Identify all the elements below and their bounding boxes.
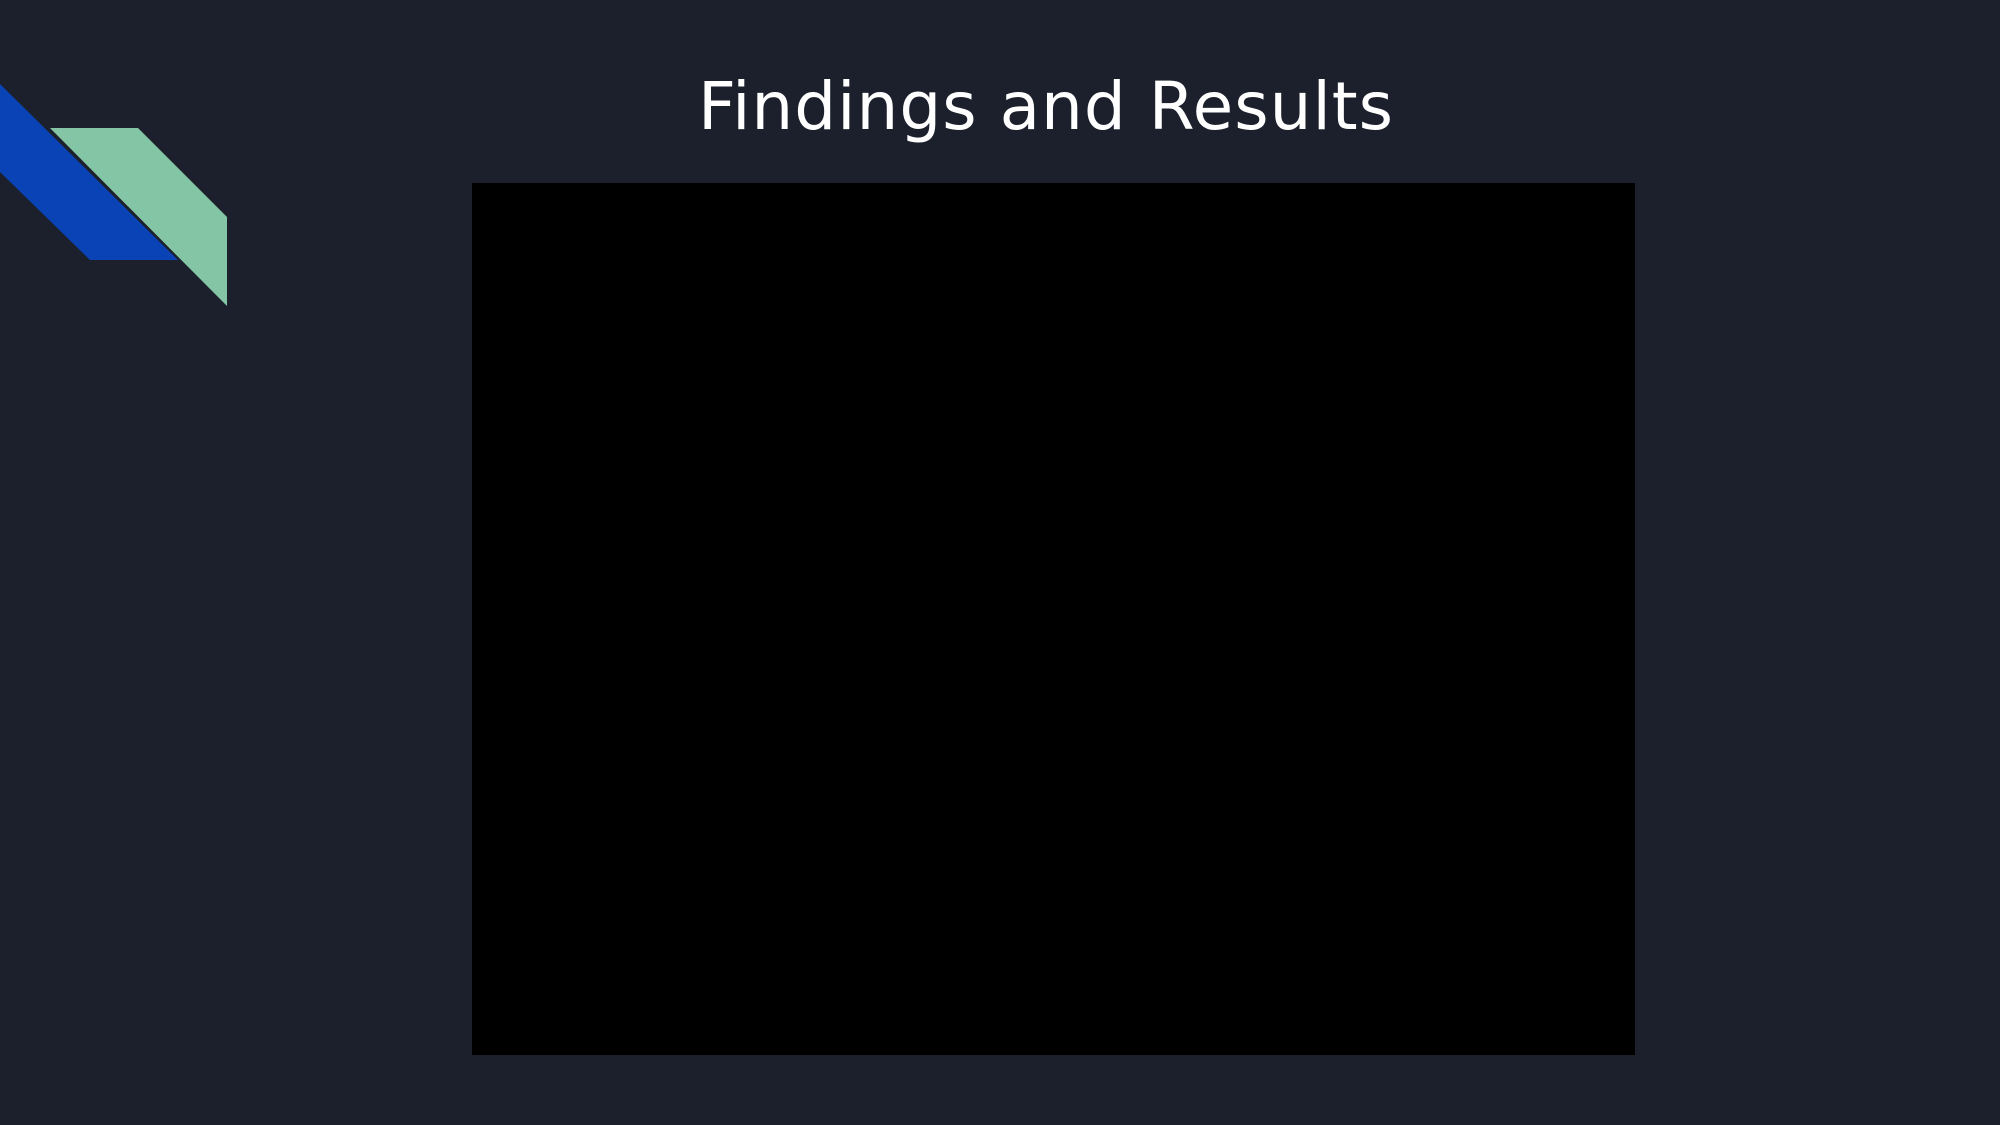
corner-ribbon-decoration: [0, 84, 227, 306]
video-placeholder[interactable]: [472, 183, 1635, 1055]
slide-title: Findings and Results: [697, 68, 1395, 145]
slide: Findings and Results: [0, 0, 2000, 1125]
